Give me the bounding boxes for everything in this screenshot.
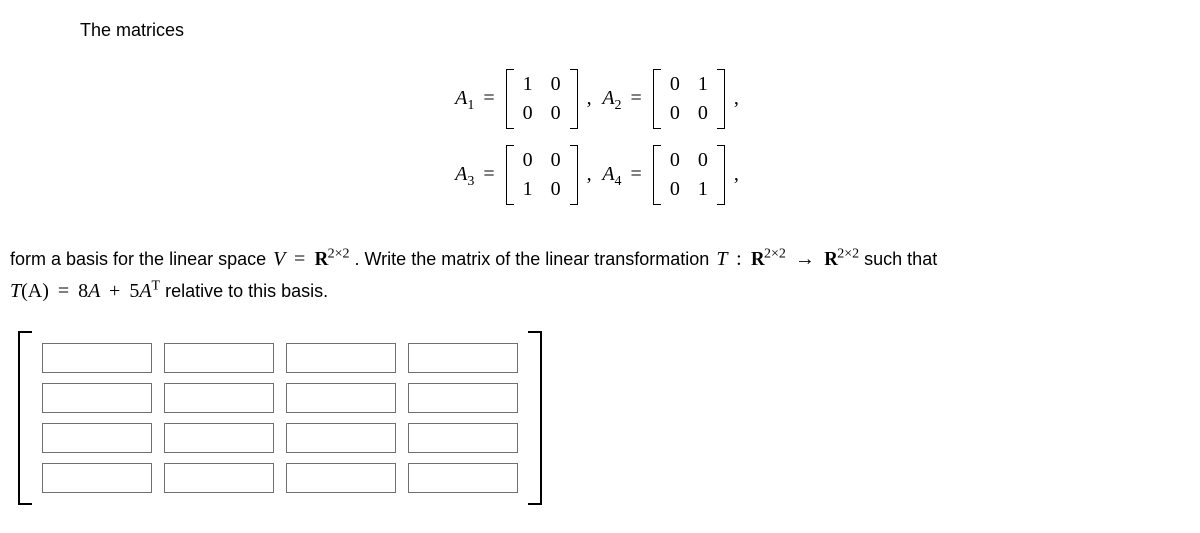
answer-cell-1-3[interactable]: [286, 343, 396, 373]
answer-cell-1-2[interactable]: [164, 343, 274, 373]
matrix-A4-label: A: [602, 163, 614, 185]
matrix-A2-sub: 2: [615, 98, 622, 113]
answer-cell-3-4[interactable]: [408, 423, 518, 453]
matrix-A4-sub: 4: [615, 174, 622, 189]
bracket-left: [18, 331, 32, 505]
answer-cell-2-2[interactable]: [164, 383, 274, 413]
answer-cell-1-4[interactable]: [408, 343, 518, 373]
matrix-A3-label: A: [455, 163, 467, 185]
answer-cell-2-1[interactable]: [42, 383, 152, 413]
answer-cell-4-2[interactable]: [164, 463, 274, 493]
problem-statement: form a basis for the linear space V = R2…: [10, 243, 1190, 307]
matrix-A2-label: A: [602, 87, 614, 109]
answer-cell-3-3[interactable]: [286, 423, 396, 453]
matrices-display: A1 = 1 0 0 0 , A2 = 0 1 0: [10, 61, 1190, 213]
answer-cell-4-4[interactable]: [408, 463, 518, 493]
matrix-A4: 0 0 0 1: [653, 145, 725, 205]
bracket-right: [528, 331, 542, 505]
answer-cell-3-2[interactable]: [164, 423, 274, 453]
matrix-A1-sub: 1: [467, 98, 474, 113]
answer-cell-4-3[interactable]: [286, 463, 396, 493]
answer-matrix: [18, 331, 542, 505]
matrix-A3: 0 0 1 0: [506, 145, 578, 205]
matrix-A1-label: A: [455, 87, 467, 109]
answer-cell-4-1[interactable]: [42, 463, 152, 493]
answer-grid: [32, 331, 528, 505]
answer-cell-1-1[interactable]: [42, 343, 152, 373]
intro-text: The matrices: [80, 20, 1190, 41]
matrix-A1: 1 0 0 0: [506, 69, 578, 129]
matrix-A2: 0 1 0 0: [653, 69, 725, 129]
answer-cell-2-3[interactable]: [286, 383, 396, 413]
answer-cell-2-4[interactable]: [408, 383, 518, 413]
matrix-A3-sub: 3: [467, 174, 474, 189]
answer-cell-3-1[interactable]: [42, 423, 152, 453]
